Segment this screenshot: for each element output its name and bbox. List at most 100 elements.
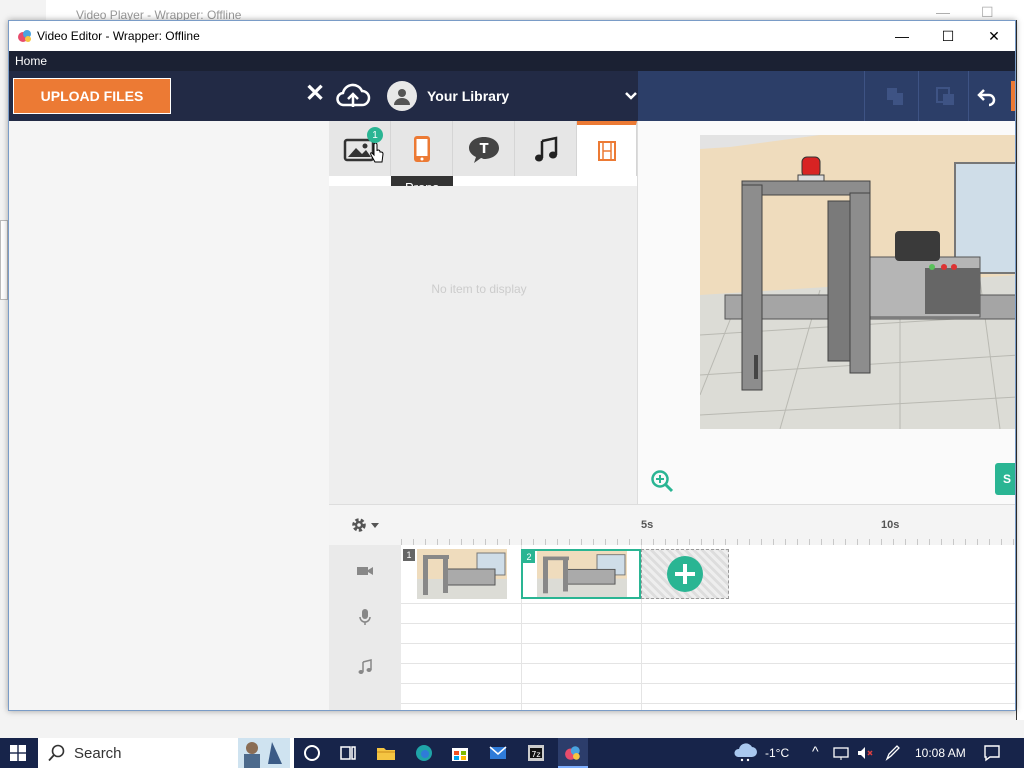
track-divider: [401, 623, 1015, 624]
voice-track-label: [329, 609, 401, 625]
track-divider: [401, 603, 1015, 604]
minimize-icon: —: [895, 28, 909, 44]
windows-start-icon[interactable]: [10, 745, 26, 761]
window-titlebar[interactable]: Video Editor - Wrapper: Offline — ☐ ✕: [9, 21, 1015, 51]
upload-files-button[interactable]: UPLOAD FILES: [13, 78, 171, 114]
cortana-icon[interactable]: [302, 743, 322, 763]
library-selector[interactable]: Your Library: [387, 79, 639, 113]
edge-browser-icon[interactable]: [414, 743, 434, 763]
pen-icon[interactable]: [884, 743, 902, 763]
paste-icon[interactable]: [934, 85, 956, 107]
copy-icon[interactable]: [884, 85, 906, 107]
asset-tab-bar: 1 T: [329, 121, 637, 176]
speech-bubble-text-icon: T: [468, 136, 499, 163]
scene-thumbnail: [537, 551, 627, 597]
search-icon: [48, 744, 65, 762]
add-scene-button[interactable]: [641, 549, 729, 599]
scene-clip-selected[interactable]: 2: [521, 549, 641, 599]
hand-cursor-icon: [370, 143, 384, 163]
minimize-button[interactable]: —: [879, 21, 925, 51]
track-labels: [329, 545, 401, 710]
music-note-icon: [358, 659, 372, 674]
microphone-icon: [359, 609, 371, 625]
ruler-label: 10s: [881, 519, 900, 531]
ruler-label: 5s: [641, 519, 654, 531]
mail-icon[interactable]: [488, 743, 508, 763]
smartphone-icon: [413, 135, 430, 162]
search-label: Search: [74, 744, 122, 762]
maximize-icon: ☐: [941, 27, 955, 44]
video-camera-icon: [357, 567, 373, 575]
file-explorer-icon[interactable]: [376, 743, 396, 763]
minimize-icon: —: [936, 4, 950, 20]
empty-message: No item to display: [431, 282, 527, 296]
app-logo-icon: [565, 746, 580, 760]
svg-text:T: T: [479, 142, 488, 157]
store-icon[interactable]: [450, 743, 470, 763]
background-window-edge: [0, 220, 8, 300]
film-strip-icon: [597, 140, 616, 161]
task-view-icon[interactable]: [338, 743, 358, 763]
cloud-upload-icon[interactable]: [335, 81, 371, 111]
timeline-ruler[interactable]: 5s 10s: [401, 505, 1015, 545]
undo-icon[interactable]: [976, 85, 998, 107]
svg-text:7z: 7z: [531, 750, 540, 759]
maximize-button[interactable]: ☐: [925, 21, 971, 51]
main-toolbar: UPLOAD FILES ✕ Your Library: [9, 71, 1015, 121]
zoom-in-icon[interactable]: [650, 469, 674, 493]
editor-toolbar: [638, 71, 1015, 121]
tab-props[interactable]: [391, 121, 453, 176]
music-track-label: [329, 659, 401, 675]
menu-bar: Home: [9, 51, 1015, 71]
scene-clip[interactable]: 1: [403, 549, 509, 599]
close-button[interactable]: ✕: [971, 21, 1015, 51]
toolbar-divider: [918, 71, 919, 121]
close-panel-icon[interactable]: ✕: [305, 79, 325, 108]
taskbar-search-box[interactable]: Search: [38, 738, 294, 768]
tab-text[interactable]: T: [453, 121, 515, 176]
wrapper-taskbar-button[interactable]: [558, 738, 588, 768]
stage-side-button[interactable]: S: [995, 463, 1015, 495]
weather-snow-cloud-icon[interactable]: [732, 743, 758, 763]
windows-taskbar: Search 7z -1°C ^ 10:08 AM: [0, 738, 1024, 768]
scene-number: 2: [523, 551, 535, 563]
menu-home[interactable]: Home: [15, 54, 47, 68]
tab-music[interactable]: [515, 121, 577, 176]
library-label: Your Library: [427, 88, 510, 104]
user-avatar-icon: [387, 81, 417, 111]
background-window-right-edge: [1016, 20, 1024, 720]
chevron-up-icon[interactable]: ^: [812, 743, 819, 759]
plus-icon: [667, 556, 703, 592]
seven-zip-icon[interactable]: 7z: [526, 743, 546, 763]
toolbar-accent-tab[interactable]: [1011, 81, 1015, 111]
asset-list-area: No item to display: [329, 186, 637, 504]
track-divider: [401, 683, 1015, 684]
notification-center-icon[interactable]: [982, 743, 1002, 763]
timeline-header: 5s 10s: [329, 505, 1015, 545]
close-icon: ✕: [988, 27, 1000, 44]
app-logo-icon: [18, 30, 31, 42]
gear-icon[interactable]: [349, 515, 381, 535]
track-divider: [401, 663, 1015, 664]
track-divider: [401, 643, 1015, 644]
notification-badge: 1: [367, 127, 383, 143]
tab-backgrounds[interactable]: 1: [329, 121, 391, 176]
maximize-icon: ☐: [981, 4, 994, 20]
tab-video[interactable]: [577, 121, 637, 176]
scene-number: 1: [403, 549, 415, 561]
network-icon[interactable]: [832, 743, 850, 763]
scene-thumbnail: [417, 549, 507, 599]
clock[interactable]: 10:08 AM: [915, 746, 966, 760]
timeline: 5s 10s 1 2: [329, 504, 1015, 710]
scene-preview-image[interactable]: [700, 135, 1016, 429]
music-note-icon: [534, 135, 557, 161]
volume-muted-icon[interactable]: [856, 743, 874, 763]
toolbar-divider: [968, 71, 969, 121]
scene-stage: S: [637, 121, 1016, 504]
video-track-label: [329, 565, 401, 577]
upload-side-panel: [9, 121, 329, 710]
track-divider: [401, 703, 1015, 704]
timeline-tracks: 1 2: [401, 545, 1015, 710]
video-editor-window: Video Editor - Wrapper: Offline — ☐ ✕ Ho…: [8, 20, 1016, 711]
toolbar-divider: [864, 71, 865, 121]
